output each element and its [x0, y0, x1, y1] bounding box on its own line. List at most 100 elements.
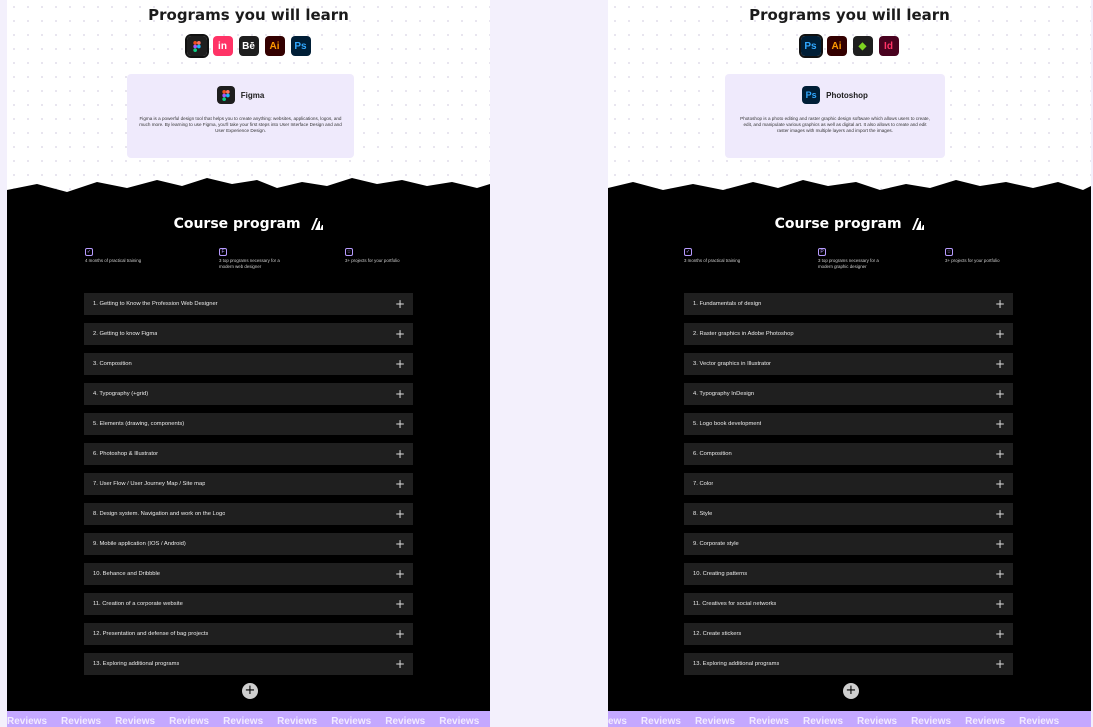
module-accordion-item[interactable]: 6. Composition +	[684, 443, 1013, 465]
review-marquee-label[interactable]: Reviews	[7, 714, 47, 727]
plus-icon[interactable]: +	[995, 328, 1005, 340]
review-marquee-label[interactable]: Reviews	[1019, 714, 1059, 727]
module-accordion-item[interactable]: 2. Getting to know Figma +	[84, 323, 413, 345]
review-marquee-label[interactable]: Reviews	[385, 714, 425, 727]
plus-icon[interactable]: +	[395, 508, 405, 520]
module-accordion-item[interactable]: 5. Logo book development +	[684, 413, 1013, 435]
plus-icon[interactable]: +	[395, 598, 405, 610]
plus-icon[interactable]: +	[395, 478, 405, 490]
module-accordion-item[interactable]: 13. Exploring additional programs +	[84, 653, 413, 675]
module-accordion-item[interactable]: 11. Creation of a corporate website +	[84, 593, 413, 615]
module-accordion-item[interactable]: 12. Presentation and defense of bag proj…	[84, 623, 413, 645]
module-title: 7. Color	[693, 481, 714, 487]
module-accordion-item[interactable]: 13. Exploring additional programs +	[684, 653, 1013, 675]
review-marquee-label[interactable]: Reviews	[641, 714, 681, 727]
indesign-icon[interactable]: Id	[878, 36, 899, 56]
module-title: 10. Behance and Dribbble	[93, 571, 161, 577]
review-marquee-label[interactable]: Reviews	[803, 714, 843, 727]
plus-icon[interactable]: +	[995, 628, 1005, 640]
review-marquee-label[interactable]: ews	[608, 714, 627, 727]
reviews-marquee: ews Reviews Reviews Reviews Reviews Reviews Re…	[608, 711, 1091, 727]
review-marquee-label[interactable]: Reviews	[331, 714, 371, 727]
review-marquee-label[interactable]: Reviews	[277, 714, 317, 727]
invision-icon[interactable]: in	[212, 36, 233, 56]
review-marquee-label[interactable]: Reviews	[965, 714, 1005, 727]
plus-icon[interactable]: +	[395, 388, 405, 400]
star-icon: ☆	[945, 248, 953, 256]
plus-icon[interactable]: +	[395, 628, 405, 640]
module-title: 6. Composition	[693, 451, 732, 457]
module-accordion-item[interactable]: 1. Getting to Know the Profession Web De…	[84, 293, 413, 315]
review-marquee-label[interactable]: Reviews	[695, 714, 735, 727]
show-more-button[interactable]: +	[242, 683, 258, 699]
behance-icon[interactable]: Bē	[238, 36, 259, 56]
module-accordion-item[interactable]: 4. Typography InDesign +	[684, 383, 1013, 405]
program-card: Ps Photoshop Photoshop is a photo editin…	[725, 74, 945, 158]
figma-icon[interactable]	[184, 34, 209, 58]
module-accordion-item[interactable]: 5. Elements (drawing, components) +	[84, 413, 413, 435]
photoshop-icon[interactable]: Ps	[798, 34, 823, 58]
module-accordion-item[interactable]: 3. Composition +	[84, 353, 413, 375]
illustrator-icon[interactable]: Ai	[826, 36, 847, 56]
plus-icon[interactable]: +	[995, 418, 1005, 430]
plus-icon[interactable]: +	[395, 358, 405, 370]
review-marquee-label[interactable]: Reviews	[169, 714, 209, 727]
app-icon-label: Ps	[294, 40, 307, 52]
module-accordion-item[interactable]: 2. Raster graphics in Adobe Photoshop +	[684, 323, 1013, 345]
plus-icon[interactable]: +	[995, 358, 1005, 370]
module-accordion-item[interactable]: 8. Design system. Navigation and work on…	[84, 503, 413, 525]
plus-icon[interactable]: +	[395, 538, 405, 550]
thumbs-up-icon: ✓	[684, 248, 692, 256]
review-marquee-label[interactable]: Reviews	[61, 714, 101, 727]
module-accordion-item[interactable]: 3. Vector graphics in Illustrator +	[684, 353, 1013, 375]
plus-icon[interactable]: +	[995, 478, 1005, 490]
plus-icon[interactable]: +	[995, 298, 1005, 310]
review-marquee-label[interactable]: Reviews	[115, 714, 155, 727]
module-accordion-item[interactable]: 10. Creating patterns +	[684, 563, 1013, 585]
plus-icon[interactable]: +	[995, 568, 1005, 580]
review-marquee-label[interactable]: Reviews	[911, 714, 951, 727]
illustrator-icon[interactable]: Ai	[264, 36, 285, 56]
plus-icon[interactable]: +	[395, 328, 405, 340]
review-marquee-label[interactable]: Reviews	[223, 714, 263, 727]
plus-icon[interactable]: +	[395, 448, 405, 460]
module-accordion-item[interactable]: 12. Create stickers +	[684, 623, 1013, 645]
module-accordion-item[interactable]: 8. Style +	[684, 503, 1013, 525]
review-marquee-label[interactable]: Reviews	[749, 714, 789, 727]
module-accordion-item[interactable]: 9. Mobile application (IOS / Android) +	[84, 533, 413, 555]
program-description: Photoshop is a photo editing and raster …	[740, 116, 930, 133]
plus-icon[interactable]: +	[995, 388, 1005, 400]
plus-icon[interactable]: +	[395, 568, 405, 580]
program-description: Figma is a powerful design tool that hel…	[139, 116, 342, 133]
module-accordion-item[interactable]: 4. Typography (+grid) +	[84, 383, 413, 405]
coreldraw-icon[interactable]: ◆	[852, 36, 873, 56]
plus-icon[interactable]: +	[395, 418, 405, 430]
module-accordion-item[interactable]: 11. Creatives for social networks +	[684, 593, 1013, 615]
module-accordion-item[interactable]: 9. Corporate style +	[684, 533, 1013, 555]
plus-icon[interactable]: +	[395, 298, 405, 310]
plus-icon[interactable]: +	[995, 658, 1005, 670]
plus-icon[interactable]: +	[995, 598, 1005, 610]
module-accordion-item[interactable]: 6. Photoshop & Illustrator +	[84, 443, 413, 465]
figma-course-panel: Programs you will learn in Bē Ai Ps Figma F…	[7, 0, 490, 727]
module-title: 13. Exploring additional programs	[93, 661, 180, 667]
show-more-button[interactable]: +	[843, 683, 859, 699]
plus-icon[interactable]: +	[995, 538, 1005, 550]
review-marquee-label[interactable]: Reviews	[439, 714, 479, 727]
module-title: 2. Getting to know Figma	[93, 331, 158, 337]
review-marquee-label[interactable]: Reviews	[857, 714, 897, 727]
module-title: 7. User Flow / User Journey Map / Site m…	[93, 481, 206, 487]
plus-icon[interactable]: +	[395, 658, 405, 670]
module-title: 1. Fundamentals of design	[693, 301, 762, 307]
module-accordion-item[interactable]: 7. User Flow / User Journey Map / Site m…	[84, 473, 413, 495]
plus-icon[interactable]: +	[995, 448, 1005, 460]
module-title: 9. Corporate style	[693, 541, 739, 547]
module-accordion-item[interactable]: 1. Fundamentals of design +	[684, 293, 1013, 315]
plus-icon[interactable]: +	[995, 508, 1005, 520]
module-accordion-item[interactable]: 7. Color +	[684, 473, 1013, 495]
module-title: 10. Creating patterns	[693, 571, 748, 577]
module-accordion-item[interactable]: 10. Behance and Dribbble +	[84, 563, 413, 585]
app-icon-label: ◆	[858, 40, 867, 52]
photoshop-icon[interactable]: Ps	[290, 36, 311, 56]
module-title: 12. Presentation and defense of bag proj…	[93, 631, 209, 637]
